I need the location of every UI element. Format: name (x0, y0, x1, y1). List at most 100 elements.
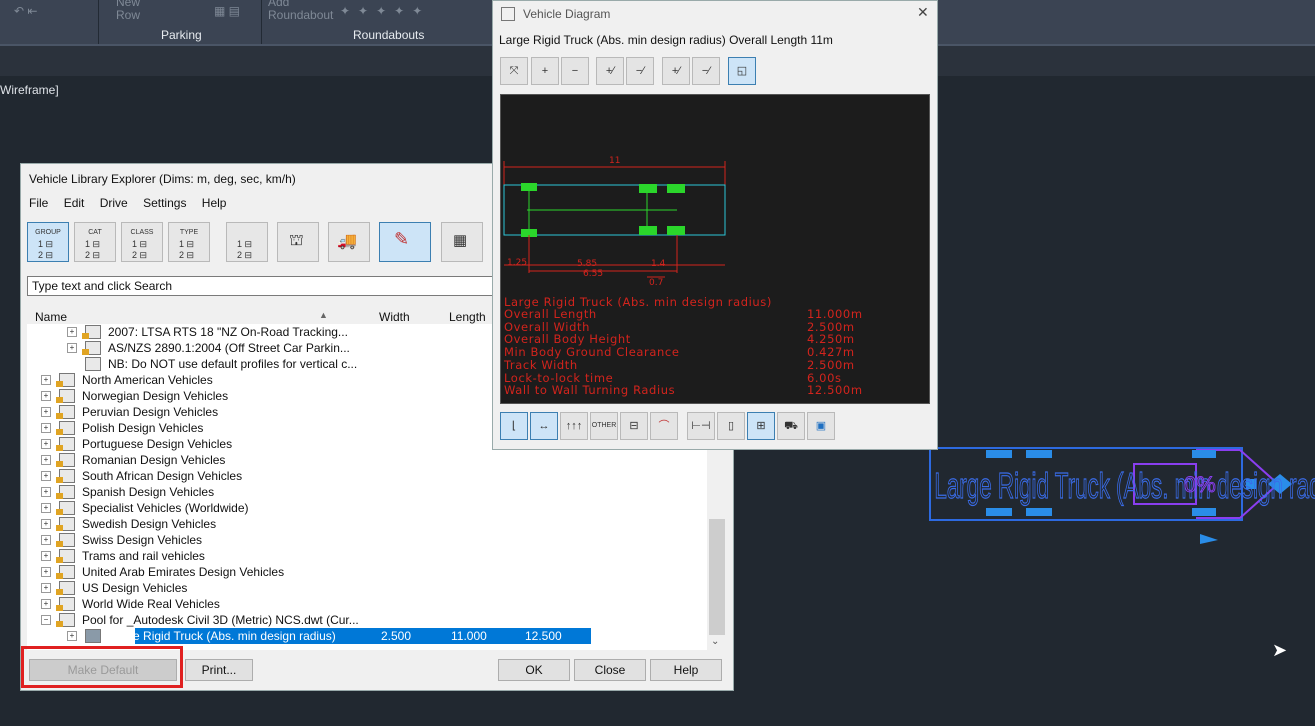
expand-icon[interactable]: + (41, 519, 51, 529)
tree-row[interactable]: + South African Design Vehicles (27, 468, 707, 484)
turning-icon[interactable]: ⌒ (650, 412, 678, 440)
library-folder-icon (56, 389, 75, 403)
ribbon-tool-icon[interactable]: ↶ ⇤ (14, 4, 37, 18)
menu-drive[interactable]: Drive (100, 196, 128, 210)
scale-up-icon[interactable]: +⁄ (662, 57, 690, 85)
viewport-style-label[interactable]: Wireframe] (0, 83, 59, 97)
expand-icon[interactable]: + (41, 407, 51, 417)
dimension-add-icon[interactable]: +∕ (596, 57, 624, 85)
expand-icon[interactable]: + (41, 599, 51, 609)
other-icon[interactable]: OTHER (590, 412, 618, 440)
column-name[interactable]: Name (35, 310, 67, 324)
menu-edit[interactable]: Edit (64, 196, 85, 210)
library-folder-icon (56, 373, 75, 387)
dim-d-label: 1.4 (651, 259, 666, 269)
side-view-icon[interactable]: ⛟ (777, 412, 805, 440)
library-folder-icon (56, 597, 75, 611)
tree-row[interactable]: + Trams and rail vehicles (27, 548, 707, 564)
library-folder-icon (56, 517, 75, 531)
new-row-button[interactable]: New Row (116, 0, 140, 22)
wheels-icon[interactable]: ⊟ (620, 412, 648, 440)
expand-icon[interactable]: + (41, 503, 51, 513)
add-roundabout-button[interactable]: Add Roundabout (268, 0, 333, 22)
expand-icon[interactable]: + (41, 535, 51, 545)
tree-row[interactable]: + World Wide Real Vehicles (27, 596, 707, 612)
expand-icon[interactable]: + (67, 631, 77, 641)
parking-tool-icon[interactable]: ▦ ▤ (214, 4, 240, 18)
expand-icon[interactable]: + (41, 583, 51, 593)
width-dim-icon[interactable]: ↔ (530, 412, 558, 440)
window-title: Vehicle Library Explorer (Dims: m, deg, … (29, 172, 296, 186)
layout-toggle-icon[interactable]: ◱ (728, 57, 756, 85)
diagram-canvas[interactable]: 11 1.25 5.85 6.55 1.4 0.7 Large Rigid Tr… (500, 94, 930, 404)
dim-b-label: 5.85 (577, 259, 597, 269)
close-icon[interactable]: ✕ (917, 4, 929, 21)
tree-row-label: United Arab Emirates Design Vehicles (82, 565, 285, 579)
plan-view-icon[interactable]: ⊢⊣ (687, 412, 715, 440)
list-view-button[interactable]: 1 ⊟ 2 ⊟ (226, 222, 268, 262)
highlight-box (21, 646, 183, 688)
expand-icon[interactable]: + (67, 343, 77, 353)
chassis-view-icon[interactable]: ⊞ (747, 412, 775, 440)
tree-row[interactable]: + Swiss Design Vehicles (27, 532, 707, 548)
library-folder-icon (56, 453, 75, 467)
column-length[interactable]: Length (449, 310, 486, 324)
category-view-button[interactable]: CAT 1 ⊟ 2 ⊟ (74, 222, 116, 262)
tree-row[interactable]: − Pool for _Autodesk Civil 3D (Metric) NC… (27, 612, 707, 628)
menu-help[interactable]: Help (202, 196, 227, 210)
tree-row[interactable]: + Romanian Design Vehicles (27, 452, 707, 468)
column-width[interactable]: Width (379, 310, 410, 324)
zoom-in-icon[interactable]: + (531, 57, 559, 85)
expand-icon[interactable]: + (41, 567, 51, 577)
scale-down-icon[interactable]: −⁄ (692, 57, 720, 85)
zoom-extents-icon[interactable]: ⤧ (500, 57, 528, 85)
table-view-button[interactable]: ▦ (441, 222, 483, 262)
truck-settings-button[interactable]: 🚚 (328, 222, 370, 262)
print-button[interactable]: Print... (185, 659, 253, 681)
expand-icon[interactable]: + (41, 439, 51, 449)
tree-row-label: Portuguese Design Vehicles (82, 437, 233, 451)
tree-row-label: Swedish Design Vehicles (82, 517, 217, 531)
tree-row-label: NB: Do NOT use default profiles for vert… (108, 357, 358, 371)
menu-file[interactable]: File (29, 196, 48, 210)
image-view-icon[interactable]: ▣ (807, 412, 835, 440)
menu-settings[interactable]: Settings (143, 196, 186, 210)
library-settings-button[interactable]: ⛫ (277, 222, 319, 262)
roundabout-tools-icon[interactable]: ✦✦✦✦✦ (340, 4, 430, 18)
expand-icon[interactable]: + (41, 423, 51, 433)
type-view-button[interactable]: TYPE 1 ⊟ 2 ⊟ (168, 222, 210, 262)
vehicle-drawing-preview[interactable]: Large Rigid Truck (Abs. min design radiu… (928, 446, 1315, 546)
tree-row[interactable]: + Specialist Vehicles (Worldwide) (27, 500, 707, 516)
scroll-down-icon[interactable]: ⌄ (711, 636, 719, 647)
tree-row[interactable]: + Spanish Design Vehicles (27, 484, 707, 500)
search-input[interactable]: Type text and click Search (27, 276, 497, 296)
group-view-button[interactable]: GROUP 1 ⊟ 2 ⊟ (27, 222, 69, 262)
scrollbar-thumb[interactable] (709, 519, 725, 635)
tree-row[interactable]: + Swedish Design Vehicles (27, 516, 707, 532)
tree-row[interactable]: + US Design Vehicles (27, 580, 707, 596)
dimension-remove-icon[interactable]: −∕ (626, 57, 654, 85)
close-button[interactable]: Close (574, 659, 646, 681)
expand-icon[interactable]: + (41, 455, 51, 465)
expand-icon[interactable]: + (41, 487, 51, 497)
help-button[interactable]: Help (650, 659, 722, 681)
tree-row-label: AS/NZS 2890.1:2004 (Off Street Car Parki… (108, 341, 350, 355)
expand-icon[interactable]: + (41, 551, 51, 561)
tree-row[interactable]: + United Arab Emirates Design Vehicles (27, 564, 707, 580)
expand-icon[interactable]: + (41, 375, 51, 385)
tree-row-selected[interactable]: + Large Rigid Truck (Abs. min design radi… (27, 628, 707, 644)
axles-icon[interactable]: ↑↑↑ (560, 412, 588, 440)
expand-icon[interactable]: + (41, 391, 51, 401)
ok-button[interactable]: OK (498, 659, 570, 681)
expand-icon[interactable]: − (41, 615, 51, 625)
zoom-out-icon[interactable]: − (561, 57, 589, 85)
expand-icon[interactable]: + (67, 327, 77, 337)
class-view-button[interactable]: CLASS 1 ⊟ 2 ⊟ (121, 222, 163, 262)
tree-row-label: Trams and rail vehicles (82, 549, 205, 563)
front-view-icon[interactable]: ▯ (717, 412, 745, 440)
spec-value: 12.500m (807, 383, 863, 398)
drawing-percent-text: 0% (1184, 472, 1216, 497)
edit-vehicle-button[interactable]: ✎ (379, 222, 431, 262)
vehicle-outline-icon[interactable]: ⌊ (500, 412, 528, 440)
expand-icon[interactable]: + (41, 471, 51, 481)
